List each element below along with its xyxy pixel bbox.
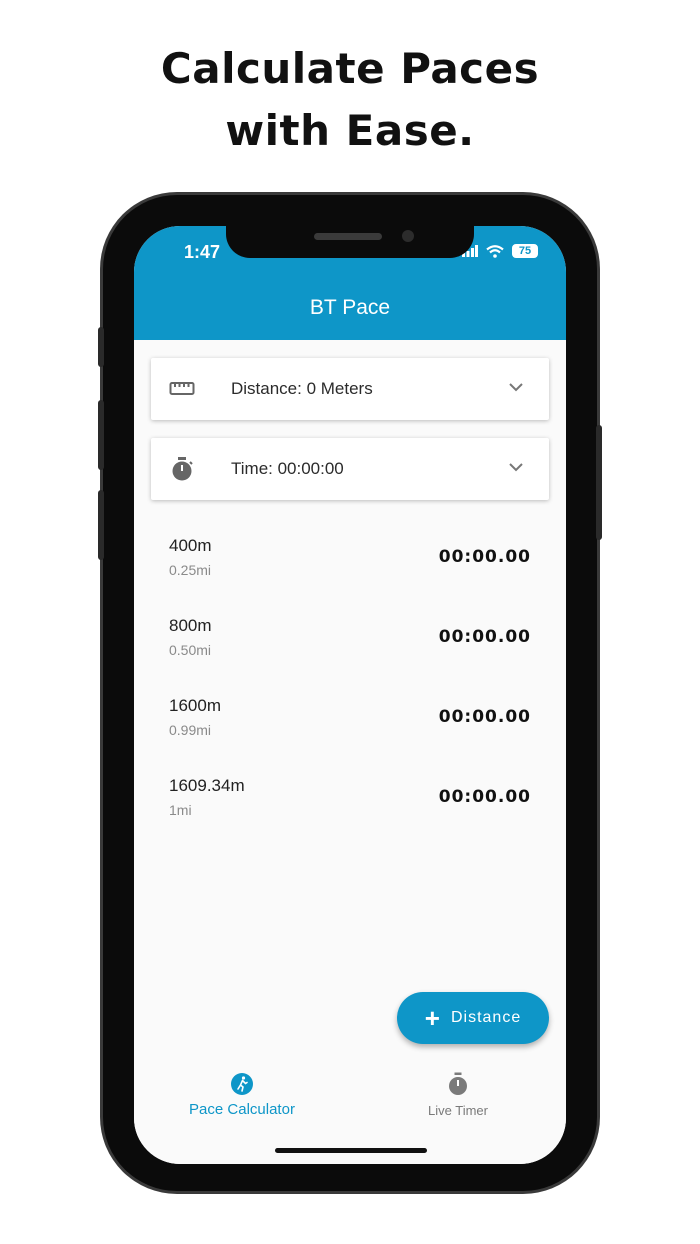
distance-label: Distance: 0 Meters <box>231 379 373 398</box>
time-selector[interactable]: Time: 00:00:00 <box>151 438 549 500</box>
status-time: 1:47 <box>184 242 221 262</box>
pace-row: 800m 0.50mi 00:00.00 <box>169 616 531 666</box>
row-pace: 00:00.00 <box>438 707 531 727</box>
home-indicator <box>275 1148 427 1153</box>
nav-pace-calculator-label: Pace Calculator <box>189 1101 295 1118</box>
row-miles: 0.50mi <box>169 642 212 658</box>
row-distance: 400m <box>169 536 212 555</box>
row-pace: 00:00.00 <box>438 787 531 807</box>
front-camera <box>402 230 414 242</box>
runner-icon <box>231 1073 253 1095</box>
distance-selector[interactable]: Distance: 0 Meters <box>151 358 549 420</box>
headline-line-1: Calculate Paces <box>160 44 540 93</box>
ruler-icon <box>169 382 195 395</box>
row-distance: 1600m <box>169 696 221 715</box>
nav-live-timer-label: Live Timer <box>428 1103 488 1118</box>
row-distance: 1609.34m <box>169 776 245 795</box>
row-miles: 0.25mi <box>169 562 212 578</box>
phone-screen: 1:47 75 BT Pace Distance: 0 Meters Time:… <box>134 226 566 1164</box>
chevron-down-icon <box>509 463 523 472</box>
app-title: BT Pace <box>309 296 391 319</box>
battery-icon: 75 <box>512 244 538 258</box>
nav-live-timer[interactable]: Live Timer <box>368 1072 548 1118</box>
add-distance-label: Distance <box>450 1009 522 1026</box>
add-distance-button[interactable]: + Distance <box>397 992 549 1044</box>
stopwatch-icon <box>449 1072 467 1095</box>
row-pace: 00:00.00 <box>438 547 531 567</box>
status-icons: 75 <box>462 244 538 258</box>
chevron-down-icon <box>509 383 523 392</box>
side-button-volume-up <box>98 400 104 470</box>
row-pace: 00:00.00 <box>438 627 531 647</box>
nav-pace-calculator[interactable]: Pace Calculator <box>152 1072 332 1118</box>
notch <box>226 226 474 258</box>
wifi-icon <box>486 244 504 258</box>
time-label: Time: 00:00:00 <box>231 459 344 478</box>
row-miles: 0.99mi <box>169 722 212 738</box>
app-bar: 1:47 75 BT Pace <box>134 226 566 340</box>
marketing-headline: Calculate Paces with Ease. <box>0 38 700 162</box>
side-button-power <box>596 425 602 540</box>
plus-icon: + <box>424 1003 441 1033</box>
stopwatch-icon <box>172 457 193 481</box>
headline-line-2: with Ease. <box>225 106 475 155</box>
pace-row: 1609.34m 1mi 00:00.00 <box>169 776 531 826</box>
row-miles: 1mi <box>169 802 192 818</box>
pace-row: 400m 0.25mi 00:00.00 <box>169 536 531 586</box>
side-button-mute <box>98 327 104 367</box>
pace-row: 1600m 0.99mi 00:00.00 <box>169 696 531 746</box>
side-button-volume-down <box>98 490 104 560</box>
row-distance: 800m <box>169 616 212 635</box>
speaker-grille <box>314 233 382 240</box>
